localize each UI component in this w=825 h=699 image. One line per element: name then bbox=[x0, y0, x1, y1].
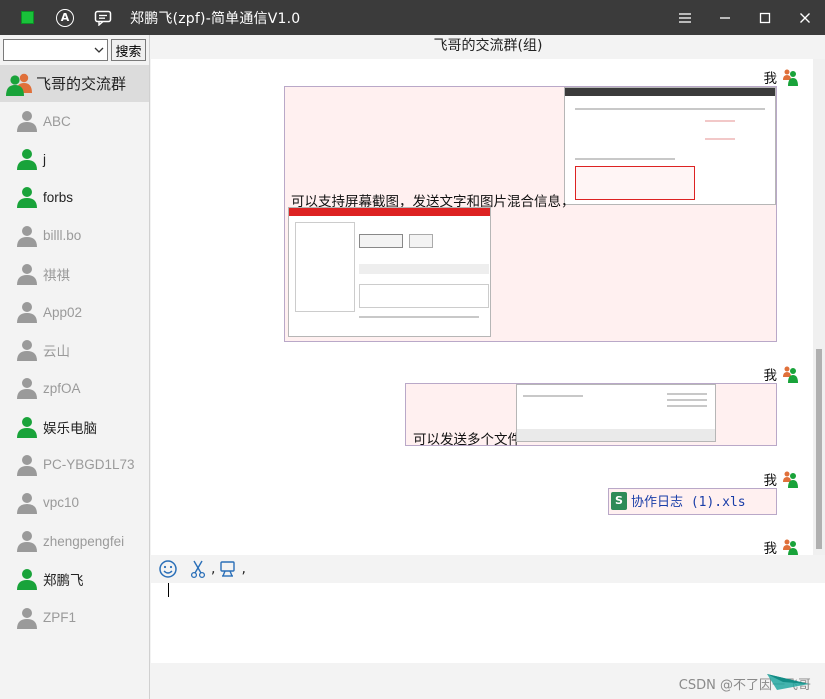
contact-item[interactable]: 云山 bbox=[0, 331, 149, 369]
chat-title: 飞哥的交流群(组) bbox=[151, 35, 825, 59]
search-input[interactable] bbox=[3, 39, 108, 61]
message-input[interactable] bbox=[151, 583, 825, 663]
contact-name: ZPF1 bbox=[43, 610, 77, 626]
composer-toolbar: , , bbox=[151, 555, 825, 583]
search-row: 搜索 bbox=[0, 35, 149, 65]
contact-name: j bbox=[43, 151, 46, 167]
sender-name: 我 bbox=[763, 473, 778, 489]
file-name[interactable]: 协作日志 (1).xls bbox=[631, 491, 746, 510]
contact-avatar-icon bbox=[17, 340, 37, 362]
contact-item[interactable]: App02 bbox=[0, 293, 149, 331]
group-icon bbox=[6, 73, 32, 96]
user-avatar-icon bbox=[783, 471, 798, 488]
contact-item[interactable]: ABC bbox=[0, 102, 149, 140]
screenshot-image[interactable] bbox=[288, 207, 491, 337]
contact-item[interactable]: PC-YBGD1L73 bbox=[0, 446, 149, 484]
message-sender: 我 bbox=[764, 364, 800, 384]
menu-icon[interactable] bbox=[665, 0, 705, 35]
message-sender: 我 bbox=[764, 537, 800, 555]
contact-avatar-icon bbox=[17, 378, 37, 400]
contact-name: vpc10 bbox=[43, 495, 80, 511]
contact-avatar-icon bbox=[17, 302, 37, 324]
contact-item[interactable]: billl.bo bbox=[0, 217, 149, 255]
circle-a-icon[interactable]: A bbox=[52, 5, 78, 31]
minimize-icon[interactable] bbox=[705, 0, 745, 35]
composer-footer: CSDN @不了因一飞哥 bbox=[151, 663, 825, 699]
contact-name: zhengpengfei bbox=[43, 533, 125, 549]
contact-avatar-icon bbox=[17, 607, 37, 629]
chevron-down-icon[interactable] bbox=[94, 44, 104, 56]
scissors-icon[interactable] bbox=[187, 558, 209, 580]
chat-bubble-icon[interactable] bbox=[90, 5, 116, 31]
sender-name: 我 bbox=[763, 541, 778, 555]
contact-list: ABC j forbs billl.bo 祺祺 App02 云山 zpfOA 娱乐电脑 PC-YB… bbox=[0, 102, 149, 637]
file-attachment[interactable]: S 协作日志 (1).xls bbox=[611, 491, 746, 510]
contact-avatar-icon bbox=[17, 569, 37, 591]
search-button[interactable]: 搜索 bbox=[111, 39, 146, 61]
contact-name: zpfOA bbox=[43, 380, 81, 396]
excel-file-icon: S bbox=[611, 491, 627, 510]
send-icon[interactable] bbox=[763, 668, 813, 696]
window-title: 郑鹏飞(zpf)-简单通信V1.0 bbox=[130, 10, 301, 27]
contact-name: 祺祺 bbox=[43, 267, 70, 283]
contact-item[interactable]: zhengpengfei bbox=[0, 522, 149, 560]
close-icon[interactable] bbox=[785, 0, 825, 35]
contact-avatar-icon bbox=[17, 263, 37, 285]
contact-name: billl.bo bbox=[43, 228, 82, 244]
contact-avatar-icon bbox=[17, 225, 37, 247]
contact-item[interactable]: j bbox=[0, 140, 149, 178]
contact-item[interactable]: 祺祺 bbox=[0, 255, 149, 293]
contact-avatar-icon bbox=[17, 111, 37, 133]
contact-item[interactable]: zpfOA bbox=[0, 369, 149, 407]
group-name: 飞哥的交流群 bbox=[36, 76, 127, 93]
screen-icon[interactable] bbox=[217, 558, 239, 580]
contact-item[interactable]: ZPF1 bbox=[0, 598, 149, 636]
title-bar: A 郑鹏飞(zpf)-简单通信V1.0 bbox=[0, 0, 825, 35]
app-icon[interactable] bbox=[14, 5, 40, 31]
contact-item[interactable]: 郑鹏飞 bbox=[0, 560, 149, 598]
message-sender: 我 bbox=[764, 67, 800, 87]
contact-name: PC-YBGD1L73 bbox=[43, 457, 135, 473]
user-avatar-icon bbox=[783, 366, 798, 383]
contact-avatar-icon bbox=[17, 416, 37, 438]
contact-name: App02 bbox=[43, 304, 83, 320]
chat-history[interactable]: 我 可以支持屏幕截图，发送文字和图片混合信息， 我 可以发送多个文件 我 S 协… bbox=[151, 59, 813, 555]
contact-avatar-icon bbox=[17, 492, 37, 514]
scrollbar-thumb[interactable] bbox=[816, 349, 822, 549]
text-caret bbox=[168, 583, 169, 597]
message-bubble: 可以发送多个文件 bbox=[405, 383, 777, 448]
toolbar-separator: , bbox=[241, 561, 246, 577]
screenshot-image[interactable] bbox=[516, 384, 716, 442]
contact-name: 云山 bbox=[43, 344, 70, 360]
maximize-icon[interactable] bbox=[745, 0, 785, 35]
toolbar-separator: , bbox=[211, 561, 216, 577]
contact-sidebar: 搜索 飞哥的交流群 ABC j forbs billl.bo 祺祺 App02 云山 zpfO… bbox=[0, 35, 150, 699]
contact-name: forbs bbox=[43, 189, 74, 205]
contact-name: 娱乐电脑 bbox=[43, 420, 97, 436]
sender-name: 我 bbox=[763, 71, 778, 87]
chat-scrollbar[interactable] bbox=[813, 59, 825, 555]
message-bubble: S 协作日志 (1).xls bbox=[608, 488, 777, 515]
contact-item[interactable]: vpc10 bbox=[0, 484, 149, 522]
screenshot-image[interactable] bbox=[564, 87, 776, 205]
sender-name: 我 bbox=[763, 368, 778, 384]
contact-name: ABC bbox=[43, 113, 71, 129]
user-avatar-icon bbox=[783, 69, 798, 86]
contact-item[interactable]: forbs bbox=[0, 178, 149, 216]
contact-group[interactable]: 飞哥的交流群 bbox=[0, 65, 149, 102]
contact-avatar-icon bbox=[17, 187, 37, 209]
message-sender: 我 bbox=[764, 469, 800, 489]
contact-item[interactable]: 娱乐电脑 bbox=[0, 408, 149, 446]
user-avatar-icon bbox=[783, 539, 798, 555]
emoji-icon[interactable] bbox=[157, 558, 179, 580]
contact-avatar-icon bbox=[17, 454, 37, 476]
message-text: 可以发送多个文件 bbox=[413, 432, 521, 448]
contact-avatar-icon bbox=[17, 531, 37, 553]
message-bubble: 可以支持屏幕截图，发送文字和图片混合信息， bbox=[284, 86, 777, 342]
contact-name: 郑鹏飞 bbox=[43, 573, 84, 589]
contact-avatar-icon bbox=[17, 149, 37, 171]
